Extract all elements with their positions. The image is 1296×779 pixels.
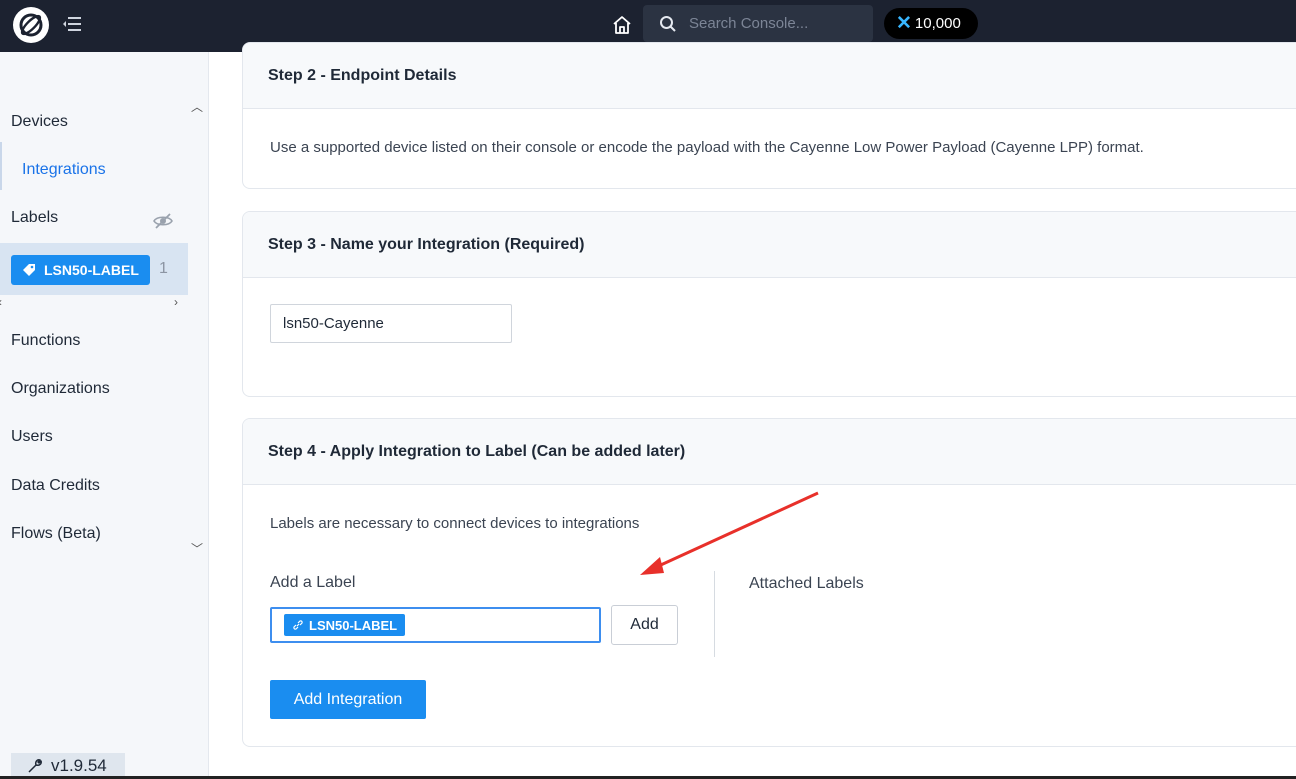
add-integration-button[interactable]: Add Integration (270, 680, 426, 719)
scroll-left-icon[interactable]: ‹ (0, 295, 2, 309)
menu-collapse-icon[interactable] (60, 12, 84, 36)
helium-logo-icon[interactable] (13, 7, 49, 43)
sidebar-item-users[interactable]: Users (11, 428, 53, 446)
step2-card: Step 2 - Endpoint Details Use a supporte… (242, 42, 1296, 189)
step3-title: Step 3 - Name your Integration (Required… (243, 212, 1296, 278)
step2-description: Use a supported device listed on their c… (270, 139, 1144, 156)
search-input[interactable] (689, 15, 859, 32)
scroll-up-icon[interactable]: ︿ (191, 98, 203, 115)
search-icon (660, 15, 676, 32)
link-icon (293, 620, 303, 630)
tag-icon (23, 264, 35, 276)
annotation-arrow-icon (640, 491, 819, 575)
selected-label-chip[interactable]: LSN50-LABEL (284, 614, 406, 636)
sidebar-item-organizations[interactable]: Organizations (11, 380, 110, 398)
label-device-count: 1 (159, 260, 168, 277)
label-chip-text: LSN50-LABEL (44, 262, 139, 278)
wrench-icon (28, 759, 42, 773)
selected-label-text: LSN50-LABEL (309, 617, 398, 633)
sidebar-item-data-credits[interactable]: Data Credits (11, 477, 100, 495)
sidebar-active-indicator (0, 142, 2, 190)
version-text: v1.9.54 (51, 756, 107, 775)
sidebar-item-integrations[interactable]: Integrations (22, 161, 106, 179)
step4-description: Labels are necessary to connect devices … (270, 515, 640, 532)
sidebar-item-devices[interactable]: Devices (11, 113, 68, 131)
sidebar-item-flows[interactable]: Flows (Beta) (11, 525, 101, 543)
step2-title: Step 2 - Endpoint Details (243, 43, 1296, 109)
data-credits-badge[interactable]: ✕ 10,000 (884, 8, 978, 39)
integration-name-input[interactable] (270, 304, 512, 343)
sidebar-item-labels[interactable]: Labels (11, 209, 58, 227)
sidebar-label-row[interactable]: LSN50-LABEL 1 (0, 243, 188, 295)
sidebar-item-functions[interactable]: Functions (11, 332, 80, 350)
eye-off-icon[interactable] (152, 210, 174, 232)
scroll-right-icon[interactable]: › (174, 295, 178, 309)
scroll-down-icon[interactable]: ﹀ (191, 540, 203, 557)
add-label-title: Add a Label (270, 574, 356, 591)
label-select-input[interactable]: LSN50-LABEL (270, 607, 601, 643)
credits-x-icon: ✕ (896, 13, 912, 34)
label-chip[interactable]: LSN50-LABEL (11, 255, 150, 285)
home-icon[interactable] (608, 11, 636, 39)
step3-card: Step 3 - Name your Integration (Required… (242, 211, 1296, 397)
credits-value: 10,000 (914, 15, 961, 32)
add-label-button[interactable]: Add (611, 605, 678, 645)
horizontal-scrollbar[interactable]: ‹ › (0, 295, 188, 313)
sidebar: ︿ Devices Integrations Labels LSN50-LABE… (0, 52, 209, 779)
step4-title: Step 4 - Apply Integration to Label (Can… (243, 419, 1296, 485)
search-box[interactable] (643, 5, 873, 42)
